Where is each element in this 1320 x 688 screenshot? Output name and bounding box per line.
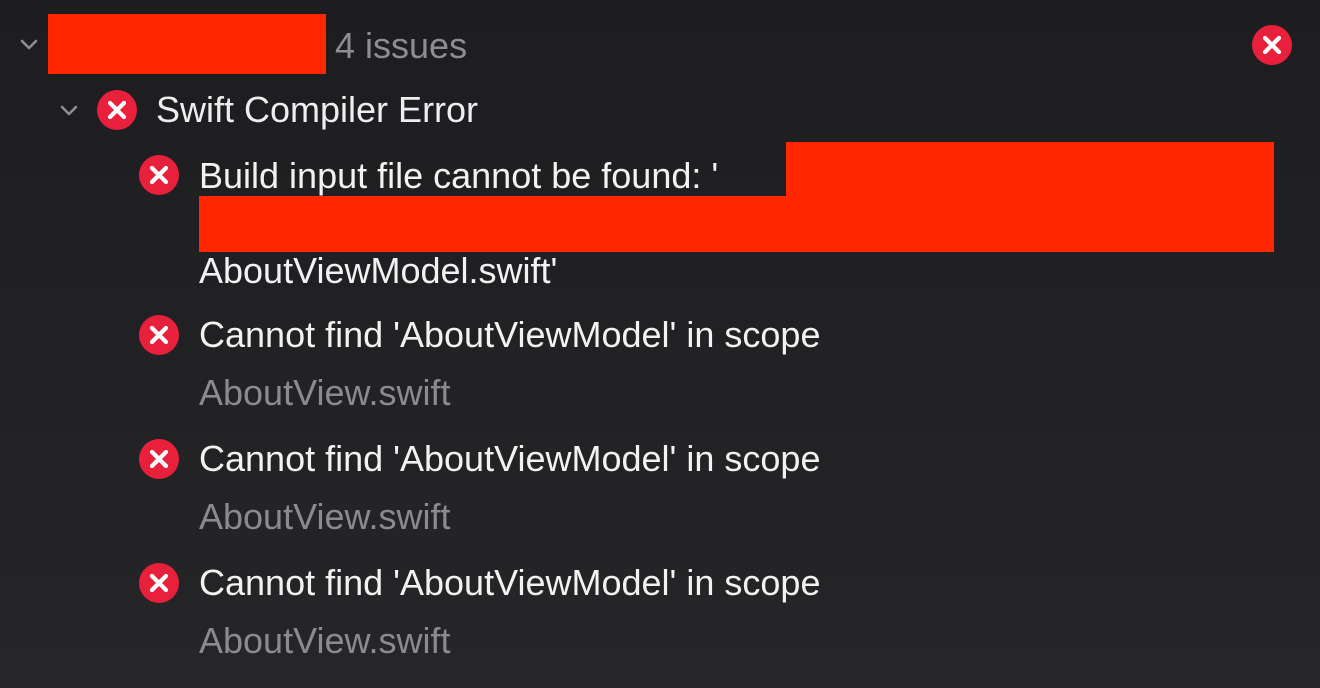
issue-message: Cannot find 'AboutViewModel' in scope bbox=[199, 314, 821, 355]
error-icon[interactable] bbox=[1251, 24, 1293, 66]
issue-file: AboutView.swift bbox=[199, 496, 451, 537]
error-icon bbox=[138, 314, 180, 356]
chevron-down-icon[interactable] bbox=[18, 34, 38, 54]
issue-file: AboutView.swift bbox=[199, 372, 451, 413]
issue-message: Cannot find 'AboutViewModel' in scope bbox=[199, 562, 821, 603]
error-icon bbox=[138, 154, 180, 196]
issue-message: Build input file cannot be found: ' bbox=[199, 155, 719, 196]
issue-row[interactable]: Cannot find 'AboutViewModel' in scope Ab… bbox=[0, 436, 1320, 537]
error-icon bbox=[138, 438, 180, 480]
redacted-file-path bbox=[199, 196, 1274, 252]
issue-group-row[interactable]: 4 issues bbox=[0, 14, 1320, 74]
issue-count: 4 issues bbox=[335, 25, 468, 66]
issue-message: Cannot find 'AboutViewModel' in scope bbox=[199, 438, 821, 479]
issue-row[interactable]: Build input file cannot be found: ' Abou… bbox=[0, 142, 1320, 291]
chevron-down-icon[interactable] bbox=[58, 100, 78, 120]
issue-row[interactable]: Cannot find 'AboutViewModel' in scope Ab… bbox=[0, 312, 1320, 413]
category-row[interactable]: Swift Compiler Error bbox=[0, 88, 1320, 132]
error-icon bbox=[96, 89, 138, 131]
issue-message-continued: AboutViewModel.swift' bbox=[199, 250, 558, 291]
issue-file: AboutView.swift bbox=[199, 620, 451, 661]
redacted-file-path bbox=[786, 142, 1274, 198]
issue-row[interactable]: Cannot find 'AboutViewModel' in scope Ab… bbox=[0, 560, 1320, 661]
redacted-project-name bbox=[48, 14, 326, 74]
category-title: Swift Compiler Error bbox=[156, 89, 479, 130]
issue-navigator: 4 issues Swift Compiler Error Build inpu… bbox=[0, 0, 1320, 688]
error-icon bbox=[138, 562, 180, 604]
